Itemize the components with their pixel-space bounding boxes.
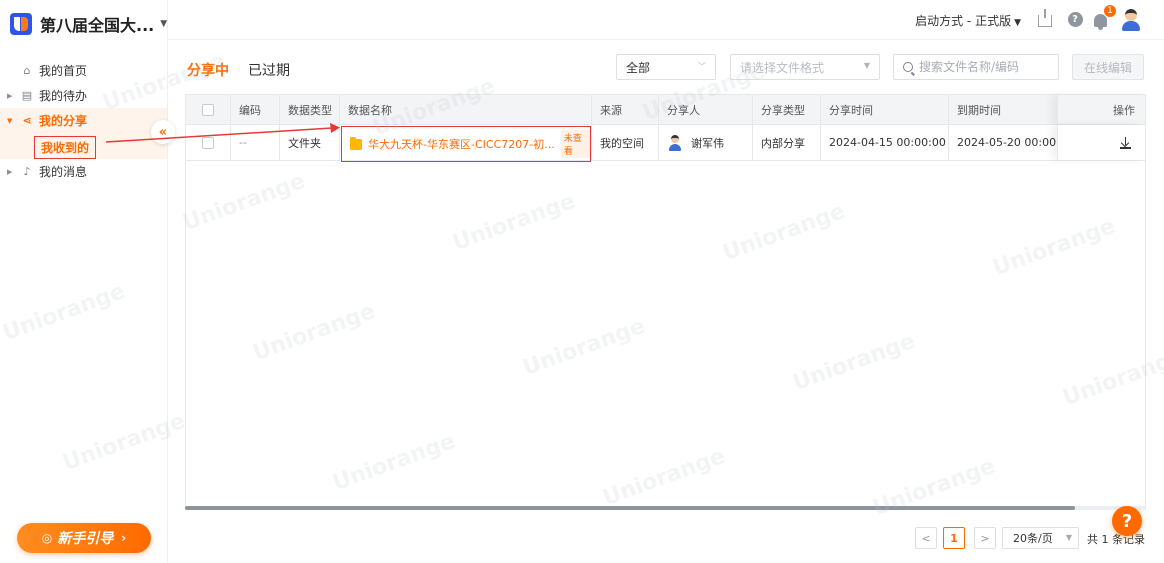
caret-down-icon: ▼ bbox=[863, 61, 870, 70]
column-header: 来源 bbox=[592, 95, 659, 124]
share-table: 编码 数据类型 数据名称 来源 分享人 分享类型 分享时间 到期时间 操作 --… bbox=[185, 94, 1146, 508]
sidebar-item-my-share[interactable]: ▼ ⋖ 我的分享 bbox=[0, 108, 167, 133]
sidebar-item-label: 我的分享 bbox=[39, 114, 88, 128]
collapse-sidebar-button[interactable]: « bbox=[151, 120, 175, 144]
chevron-down-icon: ﹀ bbox=[698, 62, 706, 71]
column-header: 分享类型 bbox=[753, 95, 821, 124]
search-input[interactable] bbox=[919, 60, 1049, 74]
unviewed-badge: 未查看 bbox=[560, 130, 590, 158]
caret-down-icon: ▼ bbox=[7, 116, 13, 125]
column-header: 编码 bbox=[231, 95, 280, 124]
sidebar-nav: ⌂ 我的首页 ▶ ▤ 我的待办 ▼ ⋖ 我的分享 我收到的 ▶ ♪ 我的消息 bbox=[0, 58, 167, 184]
data-name-text: 华大九天杯-华东赛区-CICC7207-初... bbox=[368, 138, 555, 151]
floating-help-button[interactable]: ? bbox=[1112, 506, 1142, 536]
data-type-value: 全部 bbox=[626, 60, 651, 75]
code-cell: -- bbox=[231, 125, 280, 160]
column-header: 分享时间 bbox=[821, 95, 949, 124]
caret-right-icon: ▶ bbox=[7, 167, 13, 176]
row-checkbox[interactable] bbox=[202, 136, 214, 149]
sharer-name: 谢军伟 bbox=[691, 136, 724, 150]
select-all-checkbox[interactable] bbox=[202, 103, 214, 116]
home-icon: ⌂ bbox=[23, 64, 31, 77]
bell-icon: ♪ bbox=[23, 165, 31, 178]
column-header: 数据名称 bbox=[340, 95, 592, 124]
beginner-guide-button[interactable]: ◎ 新手引导 › bbox=[17, 523, 151, 553]
next-page-button[interactable]: > bbox=[974, 527, 996, 549]
share-icon: ⋖ bbox=[22, 114, 32, 127]
download-icon[interactable] bbox=[1120, 136, 1131, 149]
folder-icon bbox=[350, 136, 363, 150]
search-icon bbox=[903, 62, 913, 72]
column-header: 操作 bbox=[1057, 95, 1145, 124]
file-format-select[interactable]: 请选择文件格式 ▼ bbox=[730, 54, 880, 80]
data-type-select[interactable]: 全部 ﹀ bbox=[616, 54, 716, 80]
sidebar-item-messages[interactable]: ▶ ♪ 我的消息 bbox=[0, 159, 167, 184]
sidebar-item-label: 我的待办 bbox=[39, 89, 88, 103]
share-type-cell: 内部分享 bbox=[753, 125, 821, 160]
todo-icon: ▤ bbox=[21, 89, 33, 102]
sharer-avatar bbox=[667, 134, 683, 151]
launch-mode-dropdown[interactable]: 启动方式 - 正式版 ▼ bbox=[915, 12, 1021, 29]
app-logo bbox=[10, 13, 32, 35]
table-row[interactable]: -- 文件夹 我的空间 谢军伟 内部分享 2024-04-15 00:00:00… bbox=[186, 125, 1145, 161]
top-bar: 启动方式 - 正式版 ▼ ? 1 bbox=[168, 0, 1164, 40]
tab-expired[interactable]: 已过期 bbox=[248, 60, 290, 80]
caret-down-icon: ▼ bbox=[160, 19, 168, 29]
expire-time-cell: 2024-05-20 00:00:00 bbox=[957, 136, 1057, 149]
chevron-right-icon: › bbox=[121, 531, 127, 545]
search-box bbox=[893, 54, 1059, 80]
row-select-cell bbox=[186, 125, 231, 160]
column-header: 到期时间 bbox=[957, 103, 1001, 117]
sidebar-subitem-label: 我收到的 bbox=[34, 136, 97, 159]
download-client-icon[interactable] bbox=[1036, 9, 1054, 28]
tab-sharing[interactable]: 分享中 bbox=[187, 60, 229, 80]
user-avatar[interactable] bbox=[1120, 8, 1142, 32]
source-cell: 我的空间 bbox=[592, 125, 659, 160]
sidebar-item-label: 我的首页 bbox=[39, 64, 88, 78]
sidebar-item-label: 我的消息 bbox=[39, 165, 88, 179]
launch-mode-label: 启动方式 - 正式版 bbox=[915, 14, 1012, 28]
sharer-cell: 谢军伟 bbox=[659, 125, 753, 160]
prev-page-button[interactable]: < bbox=[915, 527, 937, 549]
lightbulb-icon: ◎ bbox=[41, 531, 53, 545]
help-icon[interactable]: ? bbox=[1066, 10, 1084, 28]
data-type-cell: 文件夹 bbox=[280, 125, 340, 160]
sidebar-item-home[interactable]: ⌂ 我的首页 bbox=[0, 58, 167, 83]
actions-cell bbox=[1057, 125, 1145, 160]
caret-down-icon: ▼ bbox=[1065, 533, 1072, 542]
data-name-link[interactable]: 华大九天杯-华东赛区-CICC7207-初... 未查看 bbox=[341, 126, 591, 162]
total-records: 共 1 条记录 bbox=[1087, 533, 1145, 546]
project-name: 第八届全国大... bbox=[40, 16, 155, 35]
online-edit-button[interactable]: 在线编辑 bbox=[1072, 54, 1144, 80]
select-all-cell bbox=[186, 95, 231, 124]
sidebar-item-todo[interactable]: ▶ ▤ 我的待办 bbox=[0, 83, 167, 108]
share-time-cell: 2024-04-15 00:00:00 bbox=[821, 125, 949, 160]
caret-down-icon: ▼ bbox=[1014, 18, 1021, 28]
sidebar: 第八届全国大... ▼ ⌂ 我的首页 ▶ ▤ 我的待办 ▼ ⋖ 我的分享 我收到… bbox=[0, 0, 168, 563]
column-header: 数据类型 bbox=[280, 95, 340, 124]
page-size-value: 20条/页 bbox=[1013, 532, 1053, 545]
guide-label: 新手引导 bbox=[57, 531, 114, 547]
caret-right-icon: ▶ bbox=[7, 91, 13, 100]
file-format-placeholder: 请选择文件格式 bbox=[740, 60, 825, 75]
table-header: 编码 数据类型 数据名称 来源 分享人 分享类型 分享时间 到期时间 操作 bbox=[186, 95, 1145, 125]
project-switcher[interactable]: 第八届全国大... ▼ bbox=[10, 12, 167, 36]
main-content: 分享中 已过期 全部 ﹀ 请选择文件格式 ▼ 在线编辑 编码 数据类型 数据名称… bbox=[168, 40, 1164, 563]
notification-badge: 1 bbox=[1103, 4, 1117, 18]
page-1-button[interactable]: 1 bbox=[943, 527, 965, 549]
column-header: 分享人 bbox=[659, 95, 753, 124]
sidebar-subitem-received[interactable]: 我收到的 bbox=[0, 133, 167, 159]
page-size-select[interactable]: 20条/页 ▼ bbox=[1002, 527, 1079, 549]
horizontal-scrollbar[interactable] bbox=[185, 506, 1146, 510]
